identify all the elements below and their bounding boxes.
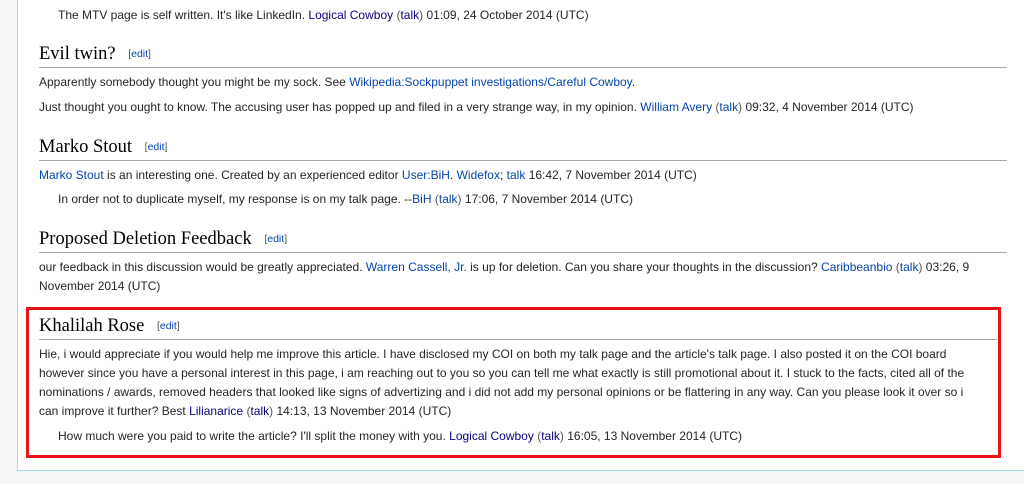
talk-link[interactable]: talk (400, 8, 419, 22)
section-heading-evil-twin: Evil twin? [edit] (39, 42, 151, 66)
talk-link[interactable]: talk (719, 100, 738, 114)
section-title: Proposed Deletion Feedback (39, 229, 252, 249)
highlight-box (26, 307, 1001, 458)
timestamp: 09:32, 4 November 2014 (UTC) (745, 100, 914, 114)
timestamp: 03:26, 9 (925, 260, 970, 274)
section-heading-proposed-deletion: Proposed Deletion Feedback [edit] (39, 227, 287, 251)
user-link-caribbeanbio[interactable]: Caribbeanbio (821, 260, 892, 274)
heading-divider (39, 67, 1007, 68)
user-link-widefox[interactable]: Widefox (457, 168, 500, 182)
article-link-marko-stout[interactable]: Marko Stout (39, 168, 104, 182)
spi-link[interactable]: Wikipedia:Sockpuppet investigations/Care… (349, 75, 632, 89)
user-link-bih[interactable]: BiH (412, 192, 431, 206)
paragraph-continued: November 2014 (UTC) (39, 279, 161, 293)
timestamp: 16:42, 7 November 2014 (UTC) (528, 168, 697, 182)
heading-divider (39, 160, 1007, 161)
reply: In order not to duplicate myself, my res… (58, 192, 633, 206)
heading-divider (39, 252, 1007, 253)
talk-link[interactable]: talk (507, 168, 526, 182)
talk-link[interactable]: talk (900, 260, 919, 274)
talk-link[interactable]: talk (439, 192, 458, 206)
top-comment-text: The MTV page is self written. It's like … (58, 8, 306, 22)
section-heading-marko-stout: Marko Stout [edit] (39, 135, 167, 159)
paragraph: our feedback in this discussion would be… (39, 260, 970, 274)
paragraph: Apparently somebody thought you might be… (39, 75, 636, 89)
timestamp: 01:09, 24 October 2014 (UTC) (426, 8, 589, 22)
timestamp: 17:06, 7 November 2014 (UTC) (464, 192, 633, 206)
edit-section-link[interactable]: [edit] (264, 233, 287, 245)
edit-section-link[interactable]: [edit] (128, 48, 151, 60)
edit-section-link[interactable]: [edit] (145, 141, 168, 153)
user-link-william-avery[interactable]: William Avery (640, 100, 712, 114)
user-link-bih[interactable]: User:BiH (402, 168, 450, 182)
paragraph: Just thought you ought to know. The accu… (39, 100, 914, 114)
user-link-logical-cowboy[interactable]: Logical Cowboy (308, 8, 393, 22)
section-title: Evil twin? (39, 44, 116, 64)
article-link-warren-cassell[interactable]: Warren Cassell, Jr. (366, 260, 467, 274)
top-comment: The MTV page is self written. It's like … (58, 8, 589, 22)
section-title: Marko Stout (39, 137, 133, 157)
paragraph: Marko Stout is an interesting one. Creat… (39, 168, 697, 182)
